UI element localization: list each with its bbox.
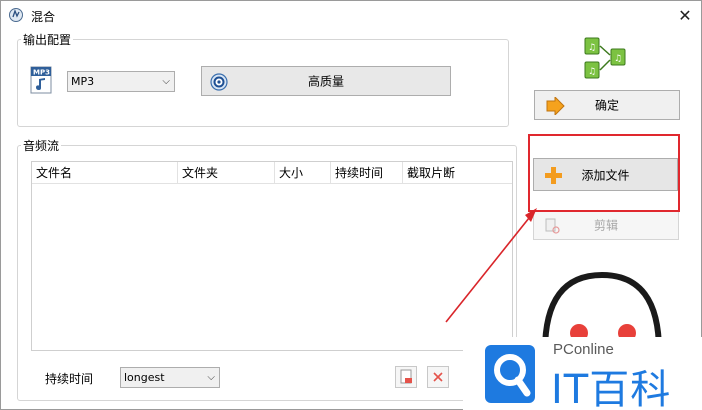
watermark: PConline IT百科 [463,337,702,410]
search-logo-icon [485,345,535,403]
mix-dialog: 混合 ✕ 输出配置 MP3 MP3 ⌵ 高质量 ♫ ♫ ♫ 确定 音频流 文件名… [0,0,702,410]
watermark-brand-large: IT百科 [551,367,672,410]
watermark-brand-small: PConline [553,341,614,358]
